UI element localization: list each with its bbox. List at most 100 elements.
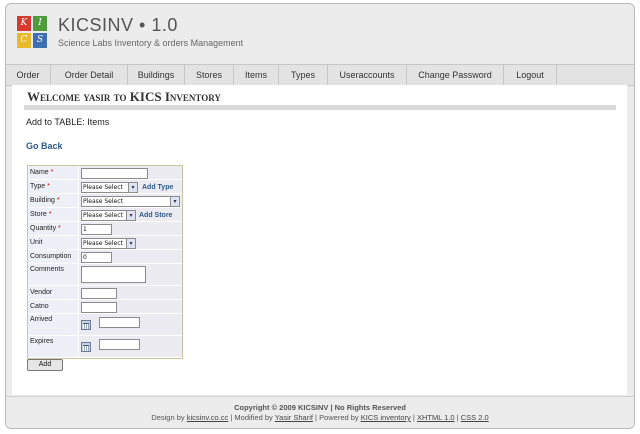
logo-letter: S xyxy=(33,33,47,48)
app-subtitle: Science Labs Inventory & orders Manageme… xyxy=(58,38,244,48)
required-mark: * xyxy=(50,169,54,176)
vendor-label: Vendor xyxy=(28,286,78,300)
nav-buildings[interactable]: Buildings xyxy=(128,65,185,85)
main-content: Welcome yasir to KICS Inventory Add to T… xyxy=(12,85,627,395)
vendor-input[interactable] xyxy=(81,288,117,299)
main-nav: Order Order Detail Buildings Stores Item… xyxy=(6,64,634,86)
welcome-heading: Welcome yasir to KICS Inventory xyxy=(27,89,221,104)
calendar-icon[interactable] xyxy=(81,342,91,352)
logo-letter: K xyxy=(17,16,31,31)
required-mark: * xyxy=(47,183,50,190)
consumption-cell: 0 xyxy=(79,250,182,264)
footer: Copyright © 2009 KICSINV | No Rights Res… xyxy=(6,396,634,428)
heading-divider xyxy=(24,105,616,110)
add-to-table-label: Add to TABLE: Items xyxy=(26,117,110,127)
store-select-value: Please Select xyxy=(83,212,123,219)
separator: | xyxy=(412,413,415,422)
calendar-icon[interactable] xyxy=(81,320,91,330)
powered-by-text: | Powered by xyxy=(315,413,359,422)
building-select[interactable]: Please Select ▾ xyxy=(81,196,180,207)
building-label-text: Building xyxy=(30,197,55,204)
required-mark: * xyxy=(58,225,61,232)
unit-select-value: Please Select xyxy=(83,240,123,247)
form-row-name: Name * xyxy=(28,166,182,180)
quantity-input[interactable]: 1 xyxy=(81,224,112,235)
comments-cell xyxy=(79,264,182,286)
chevron-down-icon: ▾ xyxy=(170,197,179,206)
type-cell: Please Select ▾ Add Type xyxy=(79,180,182,194)
form-row-expires: Expires xyxy=(28,336,182,358)
chevron-down-icon: ▾ xyxy=(126,211,135,220)
unit-select[interactable]: Please Select ▾ xyxy=(81,238,136,249)
quantity-label-text: Quantity xyxy=(30,225,57,232)
form-row-quantity: Quantity * 1 xyxy=(28,222,182,236)
form-row-store: Store * Please Select ▾ Add Store xyxy=(28,208,182,222)
modified-by-text: | Modified by xyxy=(230,413,273,422)
chevron-down-icon: ▾ xyxy=(126,239,135,248)
name-input[interactable] xyxy=(81,168,148,179)
copyright-text: Copyright © 2009 KICSINV | No Rights Res… xyxy=(234,403,406,412)
store-select[interactable]: Please Select ▾ xyxy=(81,210,136,221)
form-row-type: Type * Please Select ▾ Add Type xyxy=(28,180,182,194)
expires-date-input[interactable] xyxy=(99,339,140,350)
form-row-consumption: Consumption 0 xyxy=(28,250,182,264)
type-label-text: Type xyxy=(30,183,46,190)
nav-items[interactable]: Items xyxy=(234,65,279,85)
vendor-cell xyxy=(79,286,182,300)
arrived-label: Arrived xyxy=(28,314,78,336)
unit-cell: Please Select ▾ xyxy=(79,236,182,250)
unit-label: Unit xyxy=(28,236,78,250)
design-by-text: Design by xyxy=(151,413,185,422)
separator: | xyxy=(456,413,459,422)
arrived-cell xyxy=(79,314,182,336)
store-cell: Please Select ▾ Add Store xyxy=(79,208,182,222)
quantity-cell: 1 xyxy=(79,222,182,236)
app-window: K I C S KICSINV • 1.0 Science Labs Inven… xyxy=(5,3,635,429)
required-mark: * xyxy=(56,197,60,204)
building-cell: Please Select ▾ xyxy=(79,194,182,208)
expires-cell xyxy=(79,336,182,358)
nav-types[interactable]: Types xyxy=(279,65,328,85)
consumption-input[interactable]: 0 xyxy=(81,252,112,263)
go-back-link[interactable]: Go Back xyxy=(26,141,63,151)
building-label: Building * xyxy=(28,194,78,208)
catno-input[interactable] xyxy=(81,302,117,313)
nav-logout[interactable]: Logout xyxy=(504,65,557,85)
nav-stores[interactable]: Stores xyxy=(185,65,234,85)
expires-label: Expires xyxy=(28,336,78,358)
add-button[interactable]: Add xyxy=(27,359,63,371)
store-label-text: Store xyxy=(30,211,47,218)
type-select-value: Please Select xyxy=(83,184,123,191)
type-select[interactable]: Please Select ▾ xyxy=(81,182,138,193)
form-row-catno: Catno xyxy=(28,300,182,314)
add-store-link[interactable]: Add Store xyxy=(139,212,172,219)
nav-useraccounts[interactable]: Useraccounts xyxy=(328,65,407,85)
type-label: Type * xyxy=(28,180,78,194)
nav-order[interactable]: Order xyxy=(6,65,51,85)
add-item-form: Name * Type * Please Select ▾ Add Type Bu… xyxy=(27,165,183,359)
modified-link[interactable]: Yasir Sharif xyxy=(275,413,313,422)
css-link[interactable]: CSS 2.0 xyxy=(461,413,489,422)
catno-label: Catno xyxy=(28,300,78,314)
comments-textarea[interactable] xyxy=(81,266,146,283)
chevron-down-icon: ▾ xyxy=(128,183,137,192)
arrived-date-input[interactable] xyxy=(99,317,140,328)
catno-cell xyxy=(79,300,182,314)
form-row-unit: Unit Please Select ▾ xyxy=(28,236,182,250)
nav-change-password[interactable]: Change Password xyxy=(407,65,504,85)
design-link[interactable]: kicsinv.co.cc xyxy=(187,413,229,422)
comments-label: Comments xyxy=(28,264,78,286)
powered-link[interactable]: KICS inventory xyxy=(361,413,411,422)
name-label-text: Name xyxy=(30,169,49,176)
credits-line: Design by kicsinv.co.cc | Modified by Ya… xyxy=(6,413,634,422)
add-type-link[interactable]: Add Type xyxy=(142,184,173,191)
name-cell xyxy=(79,166,182,180)
xhtml-link[interactable]: XHTML 1.0 xyxy=(417,413,455,422)
nav-order-detail[interactable]: Order Detail xyxy=(51,65,128,85)
consumption-label: Consumption xyxy=(28,250,78,264)
kics-logo: K I C S xyxy=(17,16,47,49)
name-label: Name * xyxy=(28,166,78,180)
form-row-vendor: Vendor xyxy=(28,286,182,300)
building-select-value: Please Select xyxy=(83,198,123,205)
app-title: KICSINV • 1.0 xyxy=(58,15,178,35)
